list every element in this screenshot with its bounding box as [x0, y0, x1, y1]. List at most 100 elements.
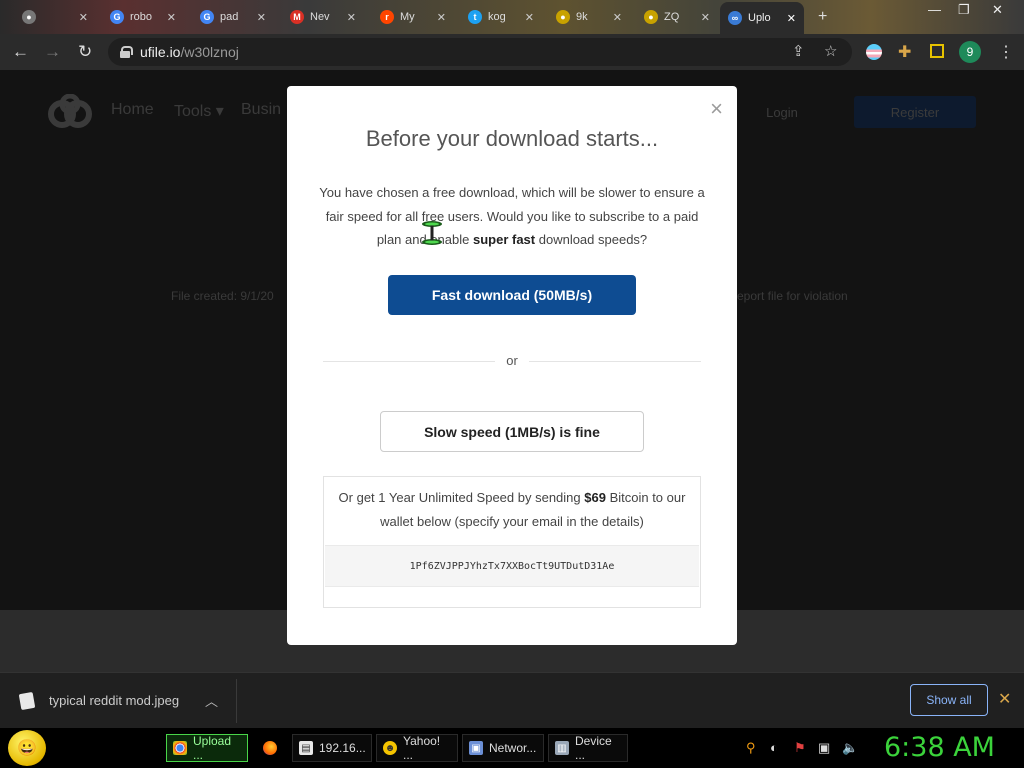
taskbar: 😀 Upload ... ▤ 192.16... ☻ Yahoo! ... ▣ …: [0, 728, 1024, 768]
file-created-text: File created: 9/1/20: [171, 289, 274, 303]
browser-toolbar: ← → ↻ ufile.io/w30lznoj ⇪ ☆ ✚ 9 ⋮: [0, 34, 1024, 70]
tab-label: Nev: [310, 11, 330, 23]
address-bar[interactable]: ufile.io/w30lznoj ⇪ ☆: [108, 38, 852, 66]
close-icon[interactable]: ✕: [613, 11, 622, 24]
action-center-flag-icon[interactable]: ⚑: [794, 740, 806, 756]
tab-3[interactable]: G pad ✕: [192, 4, 274, 30]
tab-1[interactable]: ● ✕: [14, 4, 96, 30]
more-menu-icon[interactable]: ⋮: [998, 42, 1014, 62]
profile-avatar[interactable]: 9: [959, 41, 981, 63]
device-manager-icon: ▥: [555, 741, 569, 755]
bitcoin-price: $69: [584, 490, 606, 505]
generic-icon: ●: [644, 10, 658, 24]
back-icon[interactable]: ←: [12, 42, 29, 62]
task-label: 192.16...: [319, 741, 366, 755]
modal-description-bold: super fast: [472, 232, 536, 247]
download-modal: × Before your download starts... You hav…: [287, 86, 737, 645]
network-tray-icon[interactable]: ▣: [818, 740, 830, 756]
minimize-icon[interactable]: —: [928, 2, 941, 17]
close-icon[interactable]: ✕: [167, 11, 176, 24]
modal-title: Before your download starts...: [365, 126, 659, 151]
close-icon[interactable]: ✕: [437, 11, 446, 24]
task-firefox[interactable]: [256, 734, 286, 762]
tab-label: pad: [220, 11, 239, 23]
close-icon[interactable]: ✕: [257, 11, 266, 24]
url-path: /w30lznoj: [180, 44, 239, 60]
start-button-smiley-icon[interactable]: 😀: [8, 730, 46, 766]
yahoo-icon: ☻: [383, 741, 397, 755]
image-file-icon: [18, 691, 36, 711]
site-nav-business[interactable]: Busin: [241, 101, 281, 119]
tab-label: ZQ: [664, 11, 680, 23]
download-shelf: typical reddit mod.jpeg ︿ Show all ✕: [0, 672, 1024, 728]
register-button[interactable]: Register: [854, 96, 976, 128]
modal-description-tail: download speeds?: [535, 232, 648, 247]
tab-4[interactable]: M Nev ✕: [282, 4, 364, 30]
tab-label: 9k: [576, 11, 588, 23]
close-icon[interactable]: ✕: [701, 11, 710, 24]
chrome-icon: ●: [22, 10, 36, 24]
extensions-puzzle-icon[interactable]: ✚: [898, 42, 911, 62]
site-nav-tools[interactable]: Tools ▾: [174, 101, 224, 121]
task-yahoo[interactable]: ☻ Yahoo! ...: [376, 734, 458, 762]
task-label: Upload ...: [193, 734, 232, 762]
bitcoin-offer-box: Or get 1 Year Unlimited Speed by sending…: [323, 476, 701, 608]
chevron-up-icon[interactable]: ︿: [205, 691, 218, 710]
modal-close-button[interactable]: ×: [710, 96, 723, 122]
google-icon: G: [110, 10, 124, 24]
site-nav-home[interactable]: Home: [111, 101, 154, 119]
slow-download-button[interactable]: Slow speed (1MB/s) is fine: [380, 411, 644, 452]
task-label: Yahoo! ...: [403, 734, 441, 762]
side-panel-icon[interactable]: [930, 44, 944, 58]
tab-label: kog: [488, 11, 506, 23]
firefox-icon: [263, 741, 277, 755]
forward-icon[interactable]: →: [44, 42, 61, 62]
share-icon[interactable]: ⇪: [792, 42, 805, 60]
reload-icon[interactable]: ↻: [78, 42, 92, 62]
tab-8[interactable]: ● ZQ ✕: [636, 4, 718, 30]
tab-2[interactable]: G robo ✕: [102, 4, 184, 30]
twitter-icon: t: [468, 10, 482, 24]
bookmark-star-icon[interactable]: ☆: [824, 42, 837, 60]
close-icon[interactable]: ✕: [525, 11, 534, 24]
close-shelf-icon[interactable]: ✕: [998, 689, 1011, 709]
tab-active-upload[interactable]: ∞ Uplo ✕: [720, 2, 804, 34]
task-192[interactable]: ▤ 192.16...: [292, 734, 372, 762]
tab-6[interactable]: t kog ✕: [460, 4, 542, 30]
ufile-icon: ∞: [728, 11, 742, 25]
login-link[interactable]: Login: [752, 96, 812, 128]
close-icon[interactable]: ✕: [347, 11, 356, 24]
document-icon: ▤: [299, 741, 313, 755]
shelf-divider: [236, 679, 237, 723]
status-icon[interactable]: ◐: [770, 740, 778, 755]
fast-download-button[interactable]: Fast download (50MB/s): [388, 275, 636, 315]
tab-7[interactable]: ● 9k ✕: [548, 4, 630, 30]
close-icon[interactable]: ✕: [787, 12, 796, 25]
network-icon: ▣: [469, 741, 483, 755]
close-icon[interactable]: ✕: [79, 11, 88, 24]
extension-flag-icon[interactable]: [866, 44, 882, 60]
task-label: Networ...: [489, 741, 537, 755]
new-tab-button[interactable]: +: [818, 8, 827, 26]
task-network[interactable]: ▣ Networ...: [462, 734, 544, 762]
task-device[interactable]: ▥ Device ...: [548, 734, 628, 762]
modal-description: You have chosen a free download, which w…: [319, 181, 705, 252]
search-icon[interactable]: ⚲: [746, 740, 756, 756]
restore-icon[interactable]: ❐: [958, 2, 970, 18]
or-divider: or: [323, 351, 701, 368]
report-file-link[interactable]: eport file for violation: [737, 289, 848, 303]
chrome-icon: [173, 741, 187, 755]
url-host: ufile.io: [140, 44, 181, 60]
bitcoin-wallet-address[interactable]: 1Pf6ZVJPPJYhzTx7XXBocTt9UTDutD31Ae: [325, 545, 699, 587]
tab-5[interactable]: r My ✕: [372, 4, 454, 30]
tab-strip: ● ✕ G robo ✕ G pad ✕ M Nev ✕ r My ✕ t ko…: [0, 0, 1024, 34]
close-window-icon[interactable]: ✕: [992, 2, 1003, 18]
lock-icon: [120, 46, 133, 58]
taskbar-clock[interactable]: 6:38 AM: [884, 732, 995, 763]
task-upload[interactable]: Upload ...: [166, 734, 248, 762]
volume-icon[interactable]: 🔈: [842, 740, 858, 756]
download-file-name[interactable]: typical reddit mod.jpeg: [49, 693, 179, 708]
show-all-button[interactable]: Show all: [910, 684, 988, 716]
ufile-logo-icon[interactable]: [46, 94, 94, 130]
text-cursor-icon: [422, 221, 442, 245]
